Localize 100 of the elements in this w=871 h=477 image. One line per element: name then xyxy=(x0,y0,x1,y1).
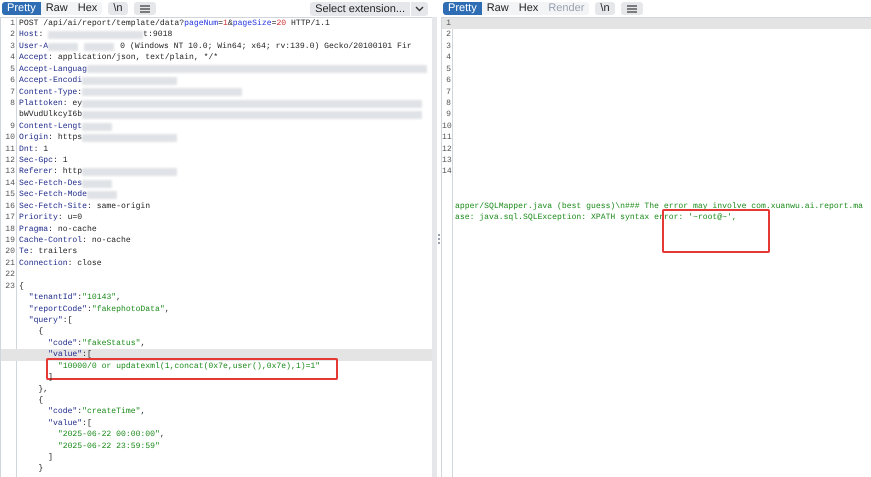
string-value: "createTime" xyxy=(82,406,140,418)
line-number: 2 xyxy=(10,30,15,40)
json-key: "query" xyxy=(19,314,63,326)
line-number: 18 xyxy=(5,224,15,234)
redacted-blur xyxy=(87,191,117,200)
tab[interactable]: Pretty xyxy=(2,2,41,15)
code-text: } xyxy=(37,463,44,475)
line-number: 3 xyxy=(10,42,15,51)
code-text: : close xyxy=(68,258,102,270)
header-name: Priority xyxy=(19,212,58,224)
code-text: : http xyxy=(53,166,82,178)
code-text: :[ xyxy=(62,314,72,326)
header-name: Sec-Fetch-Mode xyxy=(19,189,87,201)
code-text: : xyxy=(77,338,82,350)
code-text: : no-cache xyxy=(48,224,97,236)
line-number: 8 xyxy=(446,98,451,108)
header-name: Accept-Languag xyxy=(19,64,87,76)
header-name: Sec-Fetch-Des xyxy=(19,178,82,190)
line-number: 5 xyxy=(10,64,15,74)
query-param: pageNum xyxy=(184,18,218,30)
string-value: "10000/0 or updatexml(1,concat(0x7e,user(),0x7e),1)=1" xyxy=(56,362,320,371)
header-name: Accept xyxy=(19,52,48,64)
string-value: "2025-06-22 23:59:59" xyxy=(56,440,160,452)
line-number: 12 xyxy=(5,156,15,166)
line-number: 6 xyxy=(10,76,15,86)
tab[interactable]: Raw xyxy=(482,2,514,15)
redacted-blur xyxy=(48,42,78,51)
code-text: : xyxy=(38,29,44,41)
line-number: 7 xyxy=(10,88,15,97)
code-text: : same-origin xyxy=(87,200,150,212)
line-number: 13 xyxy=(442,156,452,166)
line-number: 17 xyxy=(5,213,15,222)
line-number: 2 xyxy=(446,30,451,40)
tab[interactable]: Pretty xyxy=(443,2,482,15)
line-number: 19 xyxy=(5,236,15,246)
newline-toggle-button[interactable]: \n xyxy=(595,2,615,15)
code-text: , xyxy=(140,406,146,418)
code-text: { xyxy=(19,280,24,292)
header-name: Pragma xyxy=(19,224,48,236)
header-name: Content-Type xyxy=(19,86,78,98)
code-text: : xyxy=(77,292,82,304)
code-text: { xyxy=(37,326,44,338)
line-number: 14 xyxy=(442,167,452,176)
line-number: 1 xyxy=(446,19,451,28)
redacted-blur xyxy=(82,180,112,188)
header-name: Origin xyxy=(19,132,48,144)
line-number: 9 xyxy=(446,110,451,120)
code-text: , xyxy=(140,338,146,350)
header-name: Content-Lengt xyxy=(19,120,82,132)
tab[interactable]: Raw xyxy=(40,2,73,15)
tab[interactable]: Hex xyxy=(72,2,102,15)
header-name: Dnt xyxy=(19,144,34,156)
code-text: : ey xyxy=(62,98,82,110)
line-number: 20 xyxy=(5,247,15,256)
code-text: }, xyxy=(37,384,48,395)
code-text: : application/json, text/plain, */* xyxy=(48,52,218,64)
code-text: bWVudUlkcyI6b xyxy=(19,109,82,121)
code-text: ] xyxy=(47,452,53,464)
code-text: : 1 xyxy=(53,155,68,166)
newline-toggle-button[interactable]: \n xyxy=(108,2,128,15)
string-value: apper/SQLMapper.java (best guess)\n### The error may involve com.xuanwu.ai.report.ma xyxy=(455,200,863,212)
string-value: "fakeStatus" xyxy=(82,338,140,350)
code-text: { xyxy=(37,394,44,406)
query-param: pageSize xyxy=(232,18,272,30)
header-name: Cache-Control xyxy=(19,235,82,246)
string-value: "2025-06-22 00:00:00" xyxy=(56,429,160,441)
line-number: 6 xyxy=(446,76,451,86)
code-text: , xyxy=(164,304,170,315)
header-name: Host xyxy=(19,29,38,41)
extension-dropdown[interactable]: Select extension... xyxy=(310,2,428,16)
menu-button[interactable] xyxy=(134,2,156,15)
code-text: = xyxy=(272,18,276,30)
menu-button[interactable] xyxy=(620,2,643,15)
code-text: : https xyxy=(48,132,82,144)
line-number: 8 xyxy=(10,98,15,108)
line-number: 4 xyxy=(10,53,15,62)
code-text: , xyxy=(116,292,122,304)
header-name: Sec-Fetch-Site xyxy=(19,200,87,212)
param-value: 1 xyxy=(223,18,228,30)
string-value: "10143" xyxy=(82,292,116,304)
header-name: Sec-Gpc xyxy=(19,155,53,166)
code-text: : trailers xyxy=(28,246,78,258)
line-number: 1 xyxy=(10,19,15,28)
code-text: 0 (Windows NT 10.0; Win64; x64; rv:139.0) Gecko/20100101 Fir xyxy=(120,40,412,52)
code-text: HTTP/1.1 xyxy=(290,18,330,30)
code-text: : xyxy=(77,406,82,418)
line-number: 11 xyxy=(5,144,15,154)
json-key: "code" xyxy=(19,338,78,350)
json-key: "value" xyxy=(19,418,82,430)
code-text: :[ xyxy=(82,418,92,430)
caret-icon xyxy=(415,6,424,12)
code-text: : u=0 xyxy=(58,212,82,224)
redacted-blur xyxy=(82,122,112,130)
code-text: & xyxy=(228,18,233,30)
tab[interactable]: Hex xyxy=(514,2,544,15)
scrollbar[interactable] xyxy=(432,17,437,477)
string-value: "fakephotoData" xyxy=(92,304,165,315)
line-number: 12 xyxy=(442,144,452,154)
code-text: t:9018 xyxy=(143,29,172,41)
line-number: 14 xyxy=(5,178,15,188)
